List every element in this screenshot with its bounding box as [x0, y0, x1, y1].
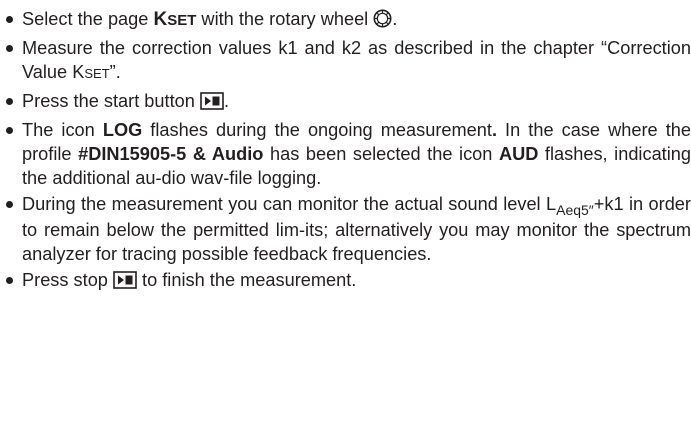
rotary-wheel-icon	[373, 9, 392, 34]
kset-page-name: KSET	[153, 9, 197, 30]
list-item: During the measurement you can monitor t…	[2, 192, 691, 266]
kset-set: SET	[167, 12, 197, 29]
step-text: Press the start button	[22, 90, 200, 111]
step-text: Select the page	[22, 9, 154, 29]
start-stop-button-icon	[113, 271, 137, 295]
aud-icon-label: AUD	[498, 144, 539, 165]
step-text: Measure the correction values k1 and k2 …	[22, 38, 691, 83]
list-item: Press stop to finish the measurement.	[2, 268, 691, 295]
kset-suffix: SET	[84, 66, 110, 82]
profile-name: #DIN15905-5 & Audio	[78, 144, 264, 165]
list-item: The icon LOG flashes during the ongoing …	[2, 118, 691, 191]
list-item: Measure the correction values k1 and k2 …	[2, 36, 691, 86]
start-stop-button-icon	[200, 91, 224, 116]
step-text: with the rotary wheel	[196, 9, 374, 29]
laeq-subscript: Aeq5″	[556, 202, 594, 219]
log-icon-label: LOG	[102, 119, 143, 140]
instruction-page: Select the page KSET with the rotary whe…	[0, 7, 691, 425]
list-item: Press the start button .	[2, 89, 691, 116]
step-text: Press stop	[22, 270, 113, 291]
list-item: Select the page KSET with the rotary whe…	[2, 7, 691, 34]
instruction-list: Select the page KSET with the rotary whe…	[0, 7, 691, 295]
kset-k: K	[153, 9, 168, 30]
